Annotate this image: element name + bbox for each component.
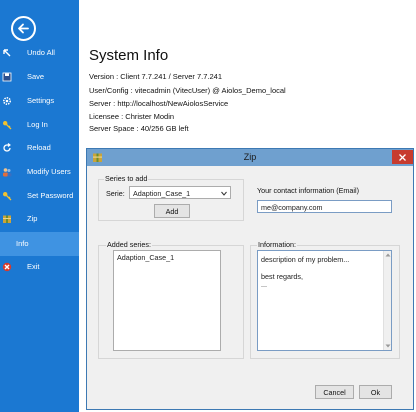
sidebar-item-label: Settings bbox=[27, 96, 55, 105]
sidebar-item-exit[interactable]: Exit bbox=[0, 257, 79, 277]
ok-button-label: Ok bbox=[370, 388, 381, 397]
server-text: Server : http://localhost/NewAiolosServi… bbox=[89, 99, 229, 108]
ok-button[interactable]: Ok bbox=[359, 385, 392, 399]
sidebar-item-settings[interactable]: Settings bbox=[0, 91, 79, 111]
sidebar-item-label: Undo All bbox=[27, 48, 55, 57]
sidebar-item-label: Reload bbox=[27, 143, 51, 152]
page-title: System Info bbox=[89, 47, 169, 64]
scroll-down-icon[interactable] bbox=[385, 344, 391, 348]
sidebar-item-info[interactable]: Info bbox=[0, 232, 79, 256]
sidebar-item-modify-users[interactable]: Modify Users bbox=[0, 162, 79, 182]
sidebar-item-zip[interactable]: Zip bbox=[0, 209, 79, 229]
key-icon bbox=[3, 192, 12, 201]
serie-label: Serie: bbox=[106, 189, 125, 198]
close-icon bbox=[399, 154, 406, 161]
key-icon bbox=[3, 121, 12, 130]
information-line: ... bbox=[261, 280, 267, 289]
information-line: best regards, bbox=[261, 272, 303, 281]
sidebar-item-set-password[interactable]: Set Password bbox=[0, 186, 79, 206]
add-button-label: Add bbox=[165, 207, 179, 216]
cancel-button-label: Cancel bbox=[323, 388, 346, 397]
gear-icon bbox=[2, 96, 12, 106]
add-button[interactable]: Add bbox=[154, 204, 190, 218]
sidebar-item-reload[interactable]: Reload bbox=[0, 138, 79, 158]
licensee-text: Licensee : Christer Modin bbox=[89, 112, 175, 121]
server-space-text: Server Space : 40/256 GB left bbox=[89, 124, 189, 133]
information-label: Information: bbox=[257, 240, 297, 249]
email-field[interactable]: me@company.com bbox=[257, 200, 392, 213]
save-icon bbox=[2, 72, 12, 82]
undo-icon bbox=[3, 49, 11, 57]
cancel-button[interactable]: Cancel bbox=[315, 385, 354, 399]
email-field-value: me@company.com bbox=[261, 203, 323, 212]
sidebar-item-label: Info bbox=[16, 239, 29, 248]
dialog-title: Zip bbox=[243, 152, 257, 162]
sidebar-item-label: Exit bbox=[27, 262, 40, 271]
zip-icon bbox=[3, 215, 11, 223]
added-series-label: Added series: bbox=[106, 240, 152, 249]
sidebar-item-log-in[interactable]: Log In bbox=[0, 115, 79, 135]
dialog-titlebar[interactable]: Zip bbox=[87, 149, 413, 166]
contact-info-label: Your contact information (Email) bbox=[257, 186, 359, 195]
sidebar-item-undo-all[interactable]: Undo All bbox=[0, 43, 79, 63]
serie-select-value: Adaption_Case_1 bbox=[133, 189, 191, 198]
back-arrow-icon bbox=[18, 23, 29, 34]
sidebar: Undo All Save Settings Log In Reload Mod… bbox=[0, 0, 79, 412]
version-text: Version : Client 7.7.241 / Server 7.7.24… bbox=[89, 72, 222, 81]
exit-icon bbox=[2, 262, 12, 272]
sidebar-item-save[interactable]: Save bbox=[0, 67, 79, 87]
chevron-down-icon bbox=[221, 191, 227, 196]
information-textarea[interactable]: description of my problem... best regard… bbox=[257, 250, 392, 351]
sidebar-item-label: Zip bbox=[27, 214, 38, 223]
added-series-list[interactable]: Adaption_Case_1 bbox=[113, 250, 221, 351]
sidebar-item-label: Set Password bbox=[27, 191, 74, 200]
information-scrollbar[interactable] bbox=[383, 251, 391, 350]
back-button[interactable] bbox=[11, 16, 36, 41]
serie-select[interactable]: Adaption_Case_1 bbox=[129, 186, 231, 199]
series-to-add-label: Series to add bbox=[104, 174, 149, 183]
list-item[interactable]: Adaption_Case_1 bbox=[117, 253, 174, 262]
zip-dialog: Zip Series to add Serie: Adaption_Case_1… bbox=[86, 148, 414, 410]
sidebar-item-label: Save bbox=[27, 72, 45, 81]
close-button[interactable] bbox=[392, 150, 413, 164]
user-config-text: User/Config : vitecadmin (VitecUser) @ A… bbox=[89, 86, 286, 95]
users-icon bbox=[3, 168, 12, 177]
sidebar-item-label: Log In bbox=[27, 120, 48, 129]
reload-icon bbox=[3, 143, 11, 152]
scroll-up-icon[interactable] bbox=[385, 253, 391, 257]
sidebar-item-label: Modify Users bbox=[27, 167, 71, 176]
information-line: description of my problem... bbox=[261, 255, 350, 264]
